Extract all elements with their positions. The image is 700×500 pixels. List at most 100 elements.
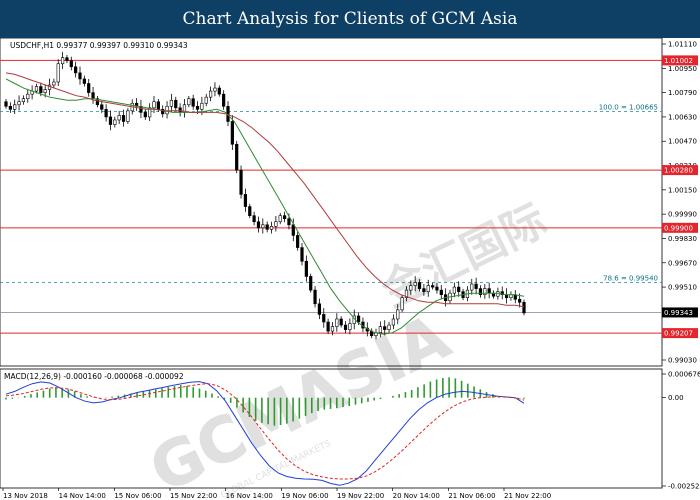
candle-body (391, 318, 396, 326)
candle-body (470, 283, 474, 291)
price-y-tick-label: 1.00630 (668, 113, 697, 121)
candle-body (65, 57, 69, 62)
candle-body (21, 98, 26, 103)
candle-body (195, 105, 200, 110)
candle-body (291, 224, 295, 236)
candle-body (261, 224, 265, 229)
candle-body (213, 87, 217, 92)
candle-body (435, 286, 439, 291)
candle-body (43, 89, 47, 93)
candle-body (117, 115, 121, 121)
candle-body (239, 169, 243, 195)
price-y-tick-label: 0.99670 (668, 259, 697, 267)
candle-body (174, 99, 178, 109)
price-y-tick-label: 1.00950 (668, 65, 697, 73)
candle-body (496, 291, 500, 297)
x-tick-label: 21 Nov 06:00 (448, 492, 495, 500)
candle-body (26, 93, 30, 99)
candle-body (113, 119, 117, 125)
x-tick-label: 15 Nov 06:00 (114, 492, 161, 500)
candle-body (422, 288, 426, 292)
candle-body (69, 60, 73, 68)
level-tag-label: 1.00280 (664, 167, 693, 175)
candle-body (487, 288, 491, 294)
candle-body (348, 323, 352, 330)
candle-body (243, 194, 248, 207)
fib-label: 100.0 = 1.00665 (599, 104, 658, 112)
candle-body (300, 247, 304, 262)
candle-body (417, 282, 422, 289)
candle-body (282, 215, 287, 220)
candle-body (478, 288, 483, 295)
current-price-label: 0.99343 (664, 309, 693, 317)
candle-body (409, 285, 413, 291)
x-tick-label: 19 Nov 22:00 (337, 492, 384, 500)
candle-body (322, 314, 326, 323)
candle-body (34, 86, 39, 92)
candle-body (483, 288, 487, 295)
x-tick-label: 19 Nov 06:00 (281, 492, 328, 500)
candle-body (39, 86, 43, 93)
candle-body (356, 315, 361, 323)
candle-body (269, 226, 274, 230)
candle-body (108, 116, 113, 125)
x-tick-label: 21 Nov 22:00 (504, 492, 551, 500)
candle-body (156, 101, 160, 110)
candle-body (317, 303, 322, 315)
price-y-tick-label: 0.99030 (668, 357, 697, 365)
x-tick-label: 16 Nov 14:00 (226, 492, 273, 500)
price-y-tick-label: 1.01110 (668, 41, 697, 49)
candle-body (100, 104, 104, 110)
candle-body (426, 285, 430, 292)
candle-body (52, 81, 56, 86)
candle-body (248, 206, 252, 216)
level-tag-label: 0.99900 (664, 224, 693, 232)
candle-body (121, 115, 126, 122)
price-y-tick-label: 1.00790 (668, 89, 697, 97)
candle-body (383, 326, 387, 330)
candle-body (396, 309, 400, 320)
candle-body (252, 215, 256, 223)
fib-label: 78.6 = 0.99540 (603, 275, 658, 283)
candle-body (400, 297, 404, 311)
candle-body (17, 101, 21, 106)
level-tag-label: 1.01002 (664, 57, 693, 65)
candle-body (326, 321, 330, 332)
macd-y-tick-label: 0.000676 (668, 371, 700, 379)
price-y-tick-label: 1.00150 (668, 186, 697, 194)
candle-body (335, 318, 339, 327)
x-tick-label: 15 Nov 22:00 (170, 492, 217, 500)
candle-body (387, 324, 391, 330)
candle-body (309, 276, 313, 291)
candle-body (208, 90, 213, 98)
title-banner: Chart Analysis for Clients of GCM Asia (0, 0, 700, 38)
candle-body (126, 110, 130, 122)
candle-body (78, 72, 82, 80)
candle-body (378, 326, 382, 333)
candle-body (313, 289, 317, 305)
page-title: Chart Analysis for Clients of GCM Asia (182, 9, 518, 29)
candle-body (413, 282, 417, 286)
macd-y-tick-label: -0.002521 (668, 483, 700, 491)
candle-body (187, 98, 191, 106)
candle-body (343, 324, 348, 330)
candle-body (265, 224, 269, 230)
candle-body (56, 63, 60, 83)
candle-body (200, 102, 204, 110)
candle-body (91, 92, 95, 99)
candle-body (178, 107, 182, 113)
candle-body (169, 99, 174, 107)
candle-body (152, 101, 156, 109)
price-y-tick-label: 0.99990 (668, 211, 697, 219)
x-tick-label: 20 Nov 14:00 (393, 492, 440, 500)
candle-body (13, 104, 17, 110)
price-y-tick-label: 0.99510 (668, 284, 697, 292)
candle-body (522, 301, 526, 314)
candle-body (74, 66, 78, 74)
candle-body (87, 83, 91, 93)
candle-body (274, 221, 278, 227)
price-y-tick-label: 0.99830 (668, 235, 697, 243)
candle-body (518, 298, 522, 303)
candle-body (235, 143, 239, 171)
x-tick-label: 13 Nov 2018 (3, 492, 48, 500)
